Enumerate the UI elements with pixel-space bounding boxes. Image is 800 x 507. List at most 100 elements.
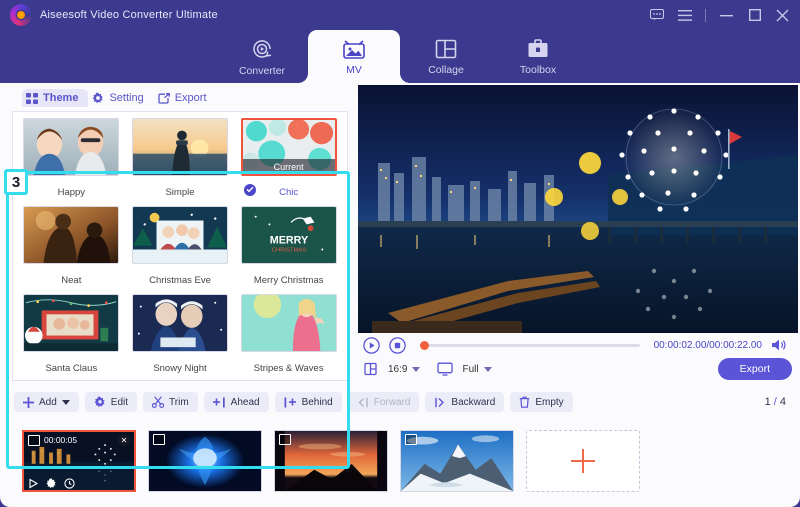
theme-item-neat[interactable]: Neat [17, 206, 126, 294]
theme-thumbnail [23, 118, 120, 176]
window-controls [649, 8, 790, 23]
theme-thumbnail [131, 118, 228, 176]
clip-header [401, 431, 513, 447]
theme-label: Neat [61, 275, 82, 286]
play-icon[interactable] [28, 476, 39, 489]
editor-subtabs: Theme Setting Export [8, 85, 352, 111]
quality-select[interactable]: Full [462, 364, 492, 375]
quality-icon[interactable] [436, 360, 454, 378]
main-content: Theme Setting Export Happy Simple Curren… [0, 83, 800, 507]
aspect-ratio-icon[interactable] [362, 360, 380, 378]
edit-button-label: Edit [110, 396, 129, 408]
aspect-ratio-select[interactable]: 16:9 [388, 363, 421, 375]
theme-item-simple[interactable]: Simple [126, 118, 235, 206]
subtab-setting[interactable]: Setting [88, 89, 153, 107]
ahead-button[interactable]: Ahead [203, 392, 269, 412]
chevron-down-icon [483, 366, 492, 372]
clip-header [149, 431, 261, 447]
theme-item-chic[interactable]: Current Chic [234, 118, 343, 206]
trim-button[interactable]: Trim [143, 392, 198, 412]
stop-button[interactable] [388, 336, 406, 354]
theme-item-snowy-night[interactable]: Snowy Night [126, 294, 235, 380]
ahead-button-label: Ahead [230, 396, 260, 408]
empty-button[interactable]: Empty [510, 392, 573, 412]
play-button[interactable] [362, 336, 380, 354]
video-preview[interactable] [358, 85, 798, 333]
subtab-export[interactable]: Export [154, 89, 217, 107]
playback-progress-bar[interactable] [420, 340, 640, 350]
subtab-theme[interactable]: Theme [22, 89, 89, 107]
image-icon [153, 433, 165, 445]
application-window: Aiseesoft Video Converter Ultimate Conve… [0, 0, 800, 507]
app-title: Aiseesoft Video Converter Ultimate [40, 9, 218, 21]
behind-button[interactable]: Behind [274, 392, 342, 412]
theme-item-santa-claus[interactable]: Santa Claus [17, 294, 126, 380]
backward-button[interactable]: Backward [425, 392, 505, 412]
theme-thumbnail [240, 294, 337, 352]
theme-label: Chic [279, 187, 299, 198]
tab-converter-label: Converter [238, 64, 286, 77]
theme-selected-check-icon [244, 183, 257, 196]
add-button[interactable]: Add [14, 392, 79, 412]
volume-icon[interactable] [770, 336, 788, 354]
theme-thumbnail: Current [240, 118, 337, 176]
image-icon [279, 433, 291, 445]
close-icon[interactable] [775, 8, 790, 23]
theme-item-stripes-waves[interactable]: Stripes & Waves [234, 294, 343, 380]
tab-collage[interactable]: Collage [400, 30, 492, 83]
plus-icon [571, 449, 595, 473]
theme-label: Simple [165, 187, 195, 198]
aspect-ratio-value: 16:9 [388, 363, 408, 375]
effect-icon[interactable] [46, 476, 57, 489]
maximize-icon[interactable] [747, 8, 762, 23]
step-badge-3: 3 [4, 169, 28, 195]
add-button-label: Add [39, 396, 57, 408]
tab-toolbox-label: Toolbox [519, 63, 557, 76]
player-options-row: 16:9 Full Export [358, 357, 798, 381]
theme-label: Santa Claus [45, 363, 98, 374]
forward-button-label: Forward [373, 396, 411, 408]
empty-button-label: Empty [535, 396, 564, 408]
timecode-display: 00:00:02.00/00:00:22.00 [653, 339, 762, 351]
export-button[interactable]: Export [717, 358, 792, 380]
menu-icon[interactable] [677, 8, 692, 23]
theme-item-happy[interactable]: Happy [17, 118, 126, 206]
subtab-theme-label: Theme [43, 92, 79, 104]
clip-duration: 00:00:05 [44, 435, 78, 445]
app-logo-icon [10, 4, 32, 26]
clip-header [275, 431, 387, 447]
main-nav-tabs: Converter MV Collage Toolbox [0, 30, 800, 83]
close-icon[interactable]: ✕ [118, 434, 130, 446]
svg-text:MERRY: MERRY [269, 235, 307, 247]
clip-item[interactable] [148, 430, 262, 492]
backward-button-label: Backward [451, 396, 496, 408]
playhead-handle[interactable] [420, 340, 429, 350]
image-icon [405, 433, 417, 445]
theme-item-merry-christmas[interactable]: MERRY CHRISTMAS Merry Christmas [234, 206, 343, 294]
clip-item[interactable]: 00:00:05 ✕ [22, 430, 136, 492]
tab-mv[interactable]: MV [308, 30, 400, 83]
theme-label: Stripes & Waves [253, 363, 324, 374]
tab-converter[interactable]: Converter [216, 30, 308, 83]
theme-label: Snowy Night [153, 363, 207, 374]
theme-item-christmas-eve[interactable]: Christmas Eve [126, 206, 235, 294]
add-clip-button[interactable] [526, 430, 640, 492]
edit-button[interactable]: Edit [84, 392, 138, 412]
player-controls: 00:00:02.00/00:00:22.00 16:9 Full Export [358, 333, 798, 381]
duration-icon[interactable] [64, 476, 75, 489]
chevron-down-icon [412, 366, 421, 372]
feedback-icon[interactable] [649, 8, 664, 23]
controls-divider [705, 8, 706, 22]
minimize-icon[interactable] [719, 8, 734, 23]
clip-item[interactable] [400, 430, 514, 492]
player-transport-row: 00:00:02.00/00:00:22.00 [358, 333, 798, 357]
clip-item[interactable] [274, 430, 388, 492]
title-bar: Aiseesoft Video Converter Ultimate [0, 0, 800, 30]
subtab-export-label: Export [174, 92, 207, 104]
theme-grid[interactable]: Happy Simple Current Chic Neat Christmas… [12, 111, 348, 381]
trim-button-label: Trim [169, 396, 189, 408]
svg-text:CHRISTMAS: CHRISTMAS [271, 247, 306, 253]
clip-actions [28, 476, 75, 489]
tab-toolbox[interactable]: Toolbox [492, 30, 584, 83]
chevron-down-icon [61, 399, 70, 405]
